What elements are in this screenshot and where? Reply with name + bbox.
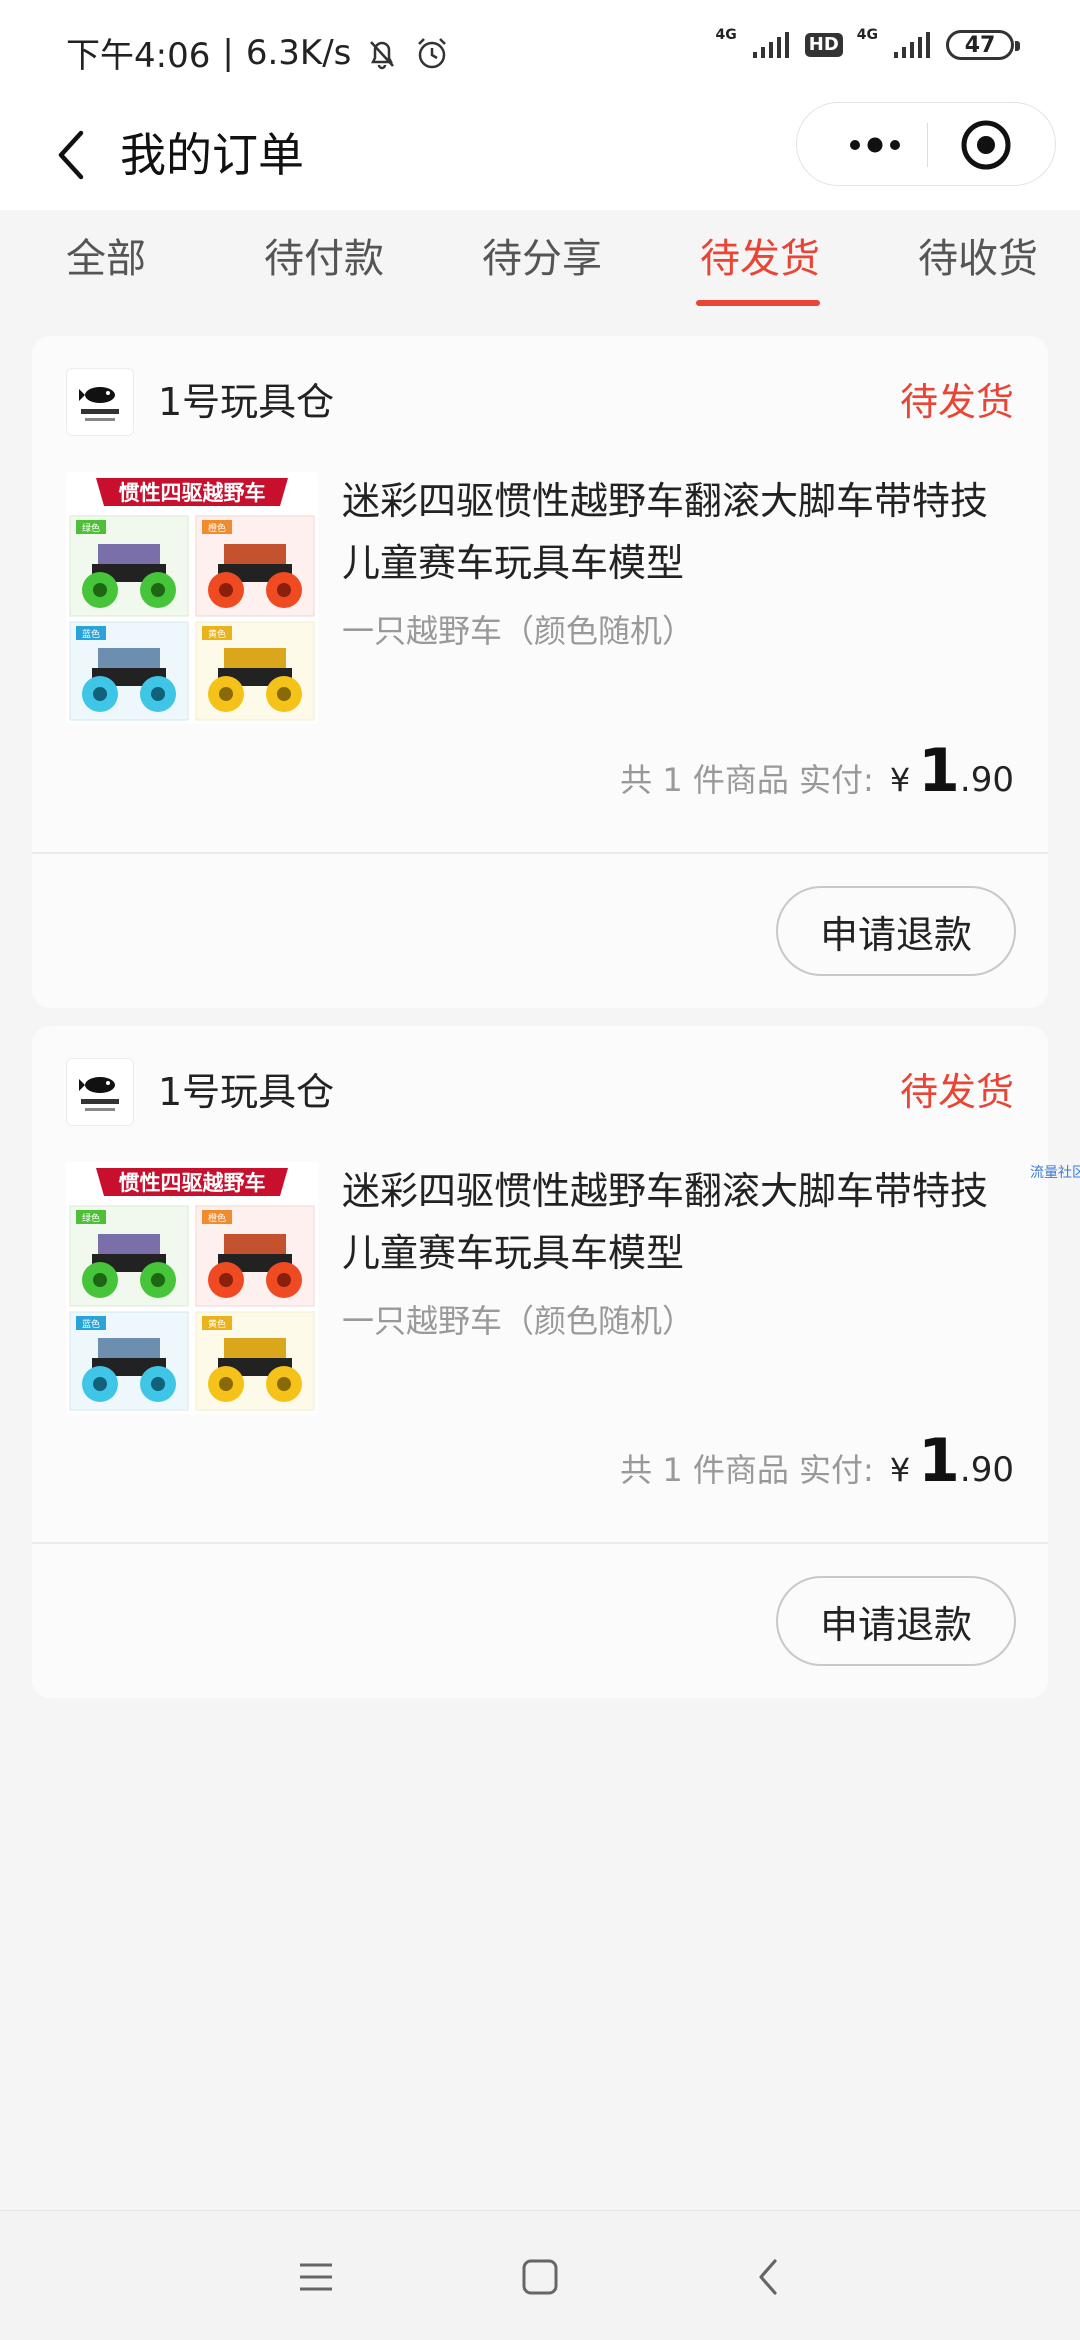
product-image[interactable]: 惯性四驱越野车 绿色 橙色 蓝色 黄色: [66, 1162, 318, 1414]
shop-logo-icon: [79, 1077, 119, 1111]
product-image[interactable]: 惯性四驱越野车 绿色 橙色 蓝色 黄色: [66, 472, 318, 724]
order-card[interactable]: 1号玩具仓 待发货 惯性四驱越野车 绿色 橙色 蓝色 黄色 迷彩四驱惯性越野车翻…: [32, 336, 1048, 1008]
tab-pending-receipt[interactable]: 待收货: [918, 234, 1038, 284]
mini-program-capsule: [796, 102, 1056, 186]
home-button[interactable]: [512, 2249, 568, 2305]
menu-button[interactable]: [288, 2249, 344, 2305]
side-floating-tag[interactable]: 流量社区: [1030, 1162, 1080, 1182]
image-banner-text: 惯性四驱越野车: [119, 481, 266, 505]
card-divider: [32, 852, 1048, 854]
image-tag-text: 橙色: [208, 1212, 226, 1224]
price-integer: 1: [918, 1426, 960, 1496]
alarm-icon: [418, 37, 447, 68]
order-total: 共 1 件商品 实付: ¥ 1 .90: [620, 1426, 1014, 1496]
image-tag-text: 蓝色: [82, 1318, 100, 1330]
shop-logo-icon: [79, 387, 119, 421]
image-tag-text: 蓝色: [82, 628, 100, 640]
status-right: 4G HD 4G 47: [715, 27, 1020, 60]
signal-icon-2: [894, 32, 930, 58]
price-decimal: .90: [959, 760, 1014, 800]
shop-name[interactable]: 1号玩具仓: [158, 374, 334, 430]
price-integer: 1: [918, 736, 960, 806]
product-title[interactable]: 迷彩四驱惯性越野车翻滚大脚车带特技儿童赛车玩具车模型: [342, 1160, 1022, 1284]
shop-logo: [66, 368, 134, 436]
system-nav-bar: [0, 2210, 1080, 2340]
image-tag-text: 黄色: [208, 1318, 226, 1330]
tab-pending-shipment[interactable]: 待发货: [700, 234, 820, 284]
hd-badge: HD: [804, 33, 843, 57]
shop-name[interactable]: 1号玩具仓: [158, 1064, 334, 1120]
card-divider: [32, 1542, 1048, 1544]
home-square-icon: [522, 2259, 558, 2295]
shop-logo: [66, 1058, 134, 1126]
currency-symbol: ¥: [889, 1451, 911, 1489]
image-tag-text: 绿色: [82, 522, 100, 534]
more-button[interactable]: [825, 103, 925, 187]
network-type-2: 4G: [856, 27, 878, 43]
currency-symbol: ¥: [889, 761, 911, 799]
product-image-art: 惯性四驱越野车 绿色 橙色 蓝色 黄色: [66, 1162, 318, 1414]
image-banner-text: 惯性四驱越野车: [119, 1171, 266, 1195]
network-type-1: 4G: [715, 27, 737, 43]
back-button[interactable]: [34, 118, 108, 192]
request-refund-button[interactable]: 申请退款: [776, 886, 1016, 976]
system-back-button[interactable]: [740, 2249, 796, 2305]
order-tabs: 全部 待付款 待分享 待发货 待收货: [0, 210, 1080, 310]
nav-bar: 我的订单: [0, 100, 1080, 210]
signal-icon: [752, 32, 789, 58]
tab-pending-share[interactable]: 待分享: [482, 234, 602, 284]
request-refund-button[interactable]: 申请退款: [776, 1576, 1016, 1666]
product-spec: 一只越野车（颜色随机）: [342, 612, 695, 650]
total-label: 共 1 件商品 实付:: [620, 761, 874, 799]
product-title[interactable]: 迷彩四驱惯性越野车翻滚大脚车带特技儿童赛车玩具车模型: [342, 470, 1022, 594]
more-dots-icon: [850, 137, 900, 153]
status-separator: |: [222, 32, 234, 73]
order-total: 共 1 件商品 实付: ¥ 1 .90: [620, 736, 1014, 806]
tab-all[interactable]: 全部: [66, 234, 146, 284]
status-bar: 下午4:06 | 6.3K/s 4G HD 4G 47: [0, 0, 1080, 100]
close-mini-program-button[interactable]: [931, 103, 1041, 187]
target-circle-icon: [961, 120, 1011, 170]
price-decimal: .90: [959, 1450, 1014, 1490]
image-tag-text: 橙色: [208, 522, 226, 534]
order-status: 待发货: [899, 1070, 1014, 1114]
status-left: 下午4:06 | 6.3K/s: [66, 28, 451, 77]
order-status: 待发货: [899, 380, 1014, 424]
product-image-art: 惯性四驱越野车 绿色 橙色 蓝色 黄色: [66, 472, 318, 724]
battery-level: 47: [964, 32, 996, 58]
page-title: 我的订单: [120, 128, 304, 182]
total-label: 共 1 件商品 实付:: [620, 1451, 874, 1489]
product-spec: 一只越野车（颜色随机）: [342, 1302, 695, 1340]
image-tag-text: 绿色: [82, 1212, 100, 1224]
active-tab-indicator: [696, 300, 820, 306]
back-chevron-icon: [759, 2259, 777, 2295]
capsule-divider: [927, 123, 928, 167]
image-tag-text: 黄色: [208, 628, 226, 640]
mute-bell-icon: [370, 40, 395, 69]
chevron-left-icon: [58, 130, 84, 180]
battery-icon: 47: [946, 30, 1020, 60]
order-card[interactable]: 1号玩具仓 待发货 惯性四驱越野车 绿色 橙色 蓝色 黄色 迷彩四驱惯性越野车翻…: [32, 1026, 1048, 1698]
tab-pending-payment[interactable]: 待付款: [264, 234, 384, 284]
status-time: 下午4:06: [66, 36, 211, 76]
status-speed: 6.3K/s: [245, 32, 352, 73]
menu-lines-icon: [300, 2263, 332, 2291]
